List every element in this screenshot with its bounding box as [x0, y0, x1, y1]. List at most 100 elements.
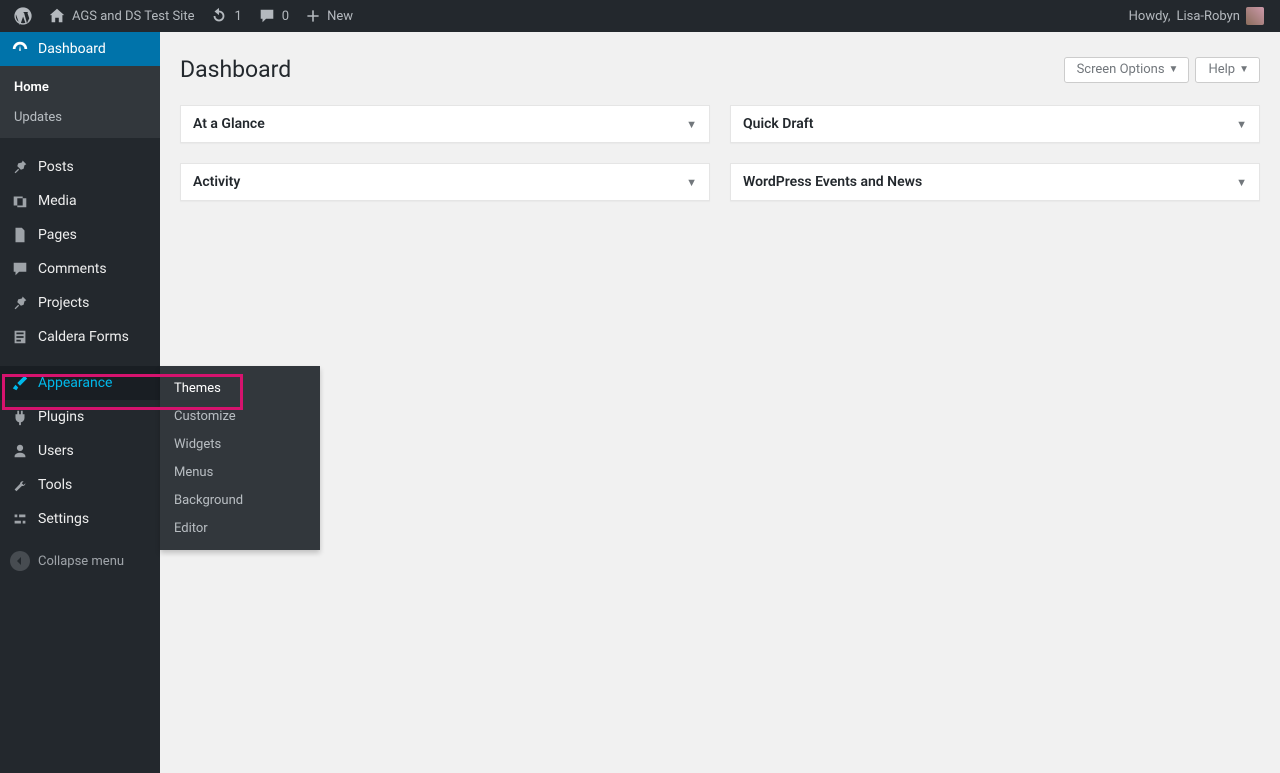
- media-icon: [10, 191, 30, 211]
- sidebar-submenu-dashboard: Home Updates: [0, 66, 160, 138]
- wrench-icon: [10, 475, 30, 495]
- content-area: Dashboard Screen Options ▼ Help ▼ At a G…: [160, 0, 1280, 221]
- panel-at-a-glance: At a Glance ▼: [180, 105, 710, 143]
- page-icon: [10, 225, 30, 245]
- panel-toggle-icon[interactable]: ▼: [686, 118, 697, 131]
- sidebar-item-label: Caldera Forms: [38, 329, 129, 345]
- new-label: New: [327, 9, 353, 24]
- paintbrush-icon: [10, 373, 30, 393]
- menu-separator: [0, 354, 160, 366]
- appearance-flyout: Themes Customize Widgets Menus Backgroun…: [160, 366, 320, 550]
- sidebar-item-label: Comments: [38, 261, 107, 277]
- pushpin-icon: [10, 293, 30, 313]
- panel-toggle-icon[interactable]: ▼: [1236, 176, 1247, 189]
- panel-title: WordPress Events and News: [743, 174, 922, 190]
- sidebar-item-dashboard[interactable]: Dashboard: [0, 32, 160, 66]
- sidebar-item-posts[interactable]: Posts: [0, 150, 160, 184]
- user-name: Lisa-Robyn: [1176, 9, 1240, 24]
- updates-menu[interactable]: 1: [202, 0, 249, 32]
- submenu-item-home[interactable]: Home: [0, 72, 160, 102]
- sidebar-item-label: Posts: [38, 159, 74, 175]
- plus-icon: [305, 8, 321, 24]
- updates-count: 1: [234, 9, 241, 24]
- my-account-menu[interactable]: Howdy, Lisa-Robyn: [1121, 0, 1272, 32]
- sidebar-item-label: Appearance: [38, 375, 112, 391]
- page-title: Dashboard: [180, 56, 291, 83]
- flyout-item-background[interactable]: Background: [160, 486, 320, 514]
- heading-row: Dashboard Screen Options ▼ Help ▼: [180, 42, 1260, 97]
- sidebar-item-caldera-forms[interactable]: Caldera Forms: [0, 320, 160, 354]
- sidebar-item-comments[interactable]: Comments: [0, 252, 160, 286]
- sidebar-item-settings[interactable]: Settings: [0, 502, 160, 536]
- comments-menu[interactable]: 0: [250, 0, 297, 32]
- comment-icon: [258, 7, 276, 25]
- sidebar-item-plugins[interactable]: Plugins: [0, 400, 160, 434]
- refresh-icon: [210, 7, 228, 25]
- panel-header[interactable]: WordPress Events and News ▼: [731, 164, 1259, 200]
- panel-title: Activity: [193, 174, 240, 190]
- collapse-icon: [10, 551, 30, 571]
- home-icon: [48, 7, 66, 25]
- panel-header[interactable]: Activity ▼: [181, 164, 709, 200]
- menu-separator: [0, 138, 160, 150]
- panel-events-news: WordPress Events and News ▼: [730, 163, 1260, 201]
- dashboard-panels: At a Glance ▼ Activity ▼ Quick Draft ▼: [180, 105, 1260, 201]
- flyout-item-editor[interactable]: Editor: [160, 514, 320, 542]
- admin-bar: AGS and DS Test Site 1 0 New Howdy, Lisa…: [0, 0, 1280, 32]
- sidebar-item-media[interactable]: Media: [0, 184, 160, 218]
- appearance-wrapper: Appearance Themes Customize Widgets Menu…: [0, 366, 160, 400]
- content-inner: Dashboard Screen Options ▼ Help ▼ At a G…: [160, 32, 1280, 221]
- panel-activity: Activity ▼: [180, 163, 710, 201]
- site-name-label: AGS and DS Test Site: [72, 9, 194, 24]
- plugin-icon: [10, 407, 30, 427]
- sidebar-item-appearance[interactable]: Appearance: [0, 366, 160, 400]
- new-content-menu[interactable]: New: [297, 0, 361, 32]
- site-name-menu[interactable]: AGS and DS Test Site: [40, 0, 202, 32]
- panel-header[interactable]: At a Glance ▼: [181, 106, 709, 142]
- caret-down-icon: ▼: [1239, 64, 1249, 75]
- dashboard-icon: [10, 39, 30, 59]
- sidebar-item-label: Dashboard: [38, 41, 106, 57]
- sidebar-item-users[interactable]: Users: [0, 434, 160, 468]
- sidebar-item-label: Tools: [38, 477, 72, 493]
- help-button[interactable]: Help ▼: [1195, 57, 1260, 83]
- sidebar-item-label: Media: [38, 193, 77, 209]
- panel-title: At a Glance: [193, 116, 265, 132]
- sidebar-item-label: Projects: [38, 295, 89, 311]
- form-icon: [10, 327, 30, 347]
- admin-bar-right: Howdy, Lisa-Robyn: [1121, 0, 1272, 32]
- pushpin-icon: [10, 157, 30, 177]
- sidebar-item-projects[interactable]: Projects: [0, 286, 160, 320]
- submenu-item-updates[interactable]: Updates: [0, 102, 160, 132]
- flyout-item-widgets[interactable]: Widgets: [160, 430, 320, 458]
- collapse-label: Collapse menu: [38, 554, 124, 569]
- wordpress-icon: [14, 7, 32, 25]
- screen-options-button[interactable]: Screen Options ▼: [1064, 57, 1190, 83]
- top-buttons: Screen Options ▼ Help ▼: [1064, 57, 1260, 83]
- panel-toggle-icon[interactable]: ▼: [1236, 118, 1247, 131]
- flyout-item-menus[interactable]: Menus: [160, 458, 320, 486]
- sidebar-item-label: Plugins: [38, 409, 84, 425]
- sidebar-item-label: Pages: [38, 227, 77, 243]
- collapse-menu-button[interactable]: Collapse menu: [0, 544, 160, 578]
- panel-title: Quick Draft: [743, 116, 813, 132]
- wp-logo-menu[interactable]: [6, 0, 40, 32]
- panel-quick-draft: Quick Draft ▼: [730, 105, 1260, 143]
- sidebar-item-label: Users: [38, 443, 74, 459]
- admin-sidebar: Dashboard Home Updates Posts Media Pages…: [0, 32, 160, 773]
- panel-header[interactable]: Quick Draft ▼: [731, 106, 1259, 142]
- settings-icon: [10, 509, 30, 529]
- flyout-item-themes[interactable]: Themes: [160, 374, 320, 402]
- user-avatar: [1246, 7, 1264, 25]
- flyout-item-customize[interactable]: Customize: [160, 402, 320, 430]
- sidebar-item-pages[interactable]: Pages: [0, 218, 160, 252]
- caret-down-icon: ▼: [1169, 64, 1179, 75]
- admin-bar-left: AGS and DS Test Site 1 0 New: [6, 0, 361, 32]
- panel-column-right: Quick Draft ▼ WordPress Events and News …: [730, 105, 1260, 201]
- sidebar-item-label: Settings: [38, 511, 89, 527]
- sidebar-item-tools[interactable]: Tools: [0, 468, 160, 502]
- panel-toggle-icon[interactable]: ▼: [686, 176, 697, 189]
- user-icon: [10, 441, 30, 461]
- howdy-prefix: Howdy,: [1129, 9, 1171, 24]
- comment-icon: [10, 259, 30, 279]
